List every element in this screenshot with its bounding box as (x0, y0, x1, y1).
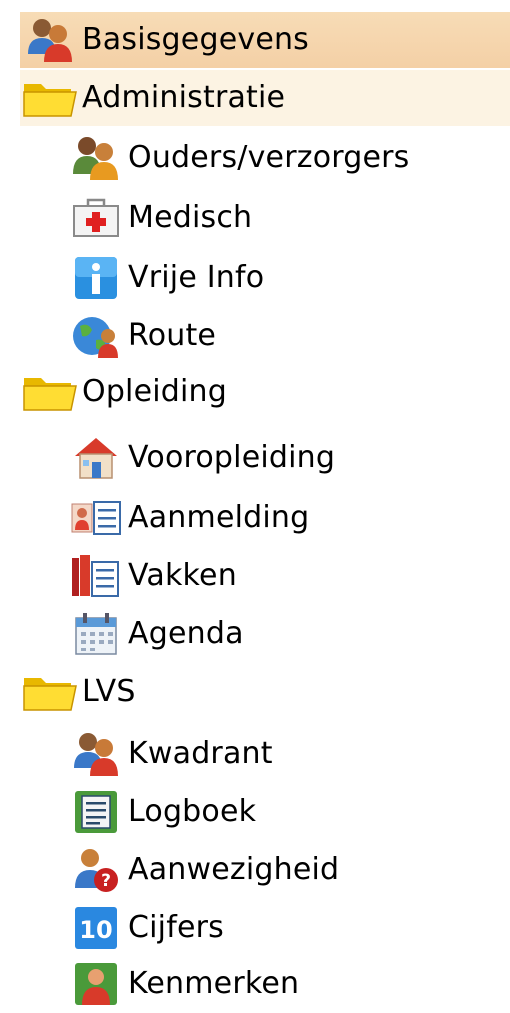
tree-item-vooropleiding[interactable]: Vooropleiding (66, 430, 335, 486)
tree-item-kenmerken[interactable]: Kenmerken (66, 956, 299, 1012)
logbook-icon (66, 786, 126, 838)
attendance-icon: ? (66, 844, 126, 896)
tree-item-label: Vakken (128, 558, 237, 593)
medical-kit-icon (66, 192, 126, 244)
svg-text:10: 10 (79, 916, 112, 944)
tree-item-label: Medisch (128, 200, 253, 235)
tree-item-lvs[interactable]: LVS (20, 664, 136, 720)
school-house-icon (66, 432, 126, 484)
subjects-list-icon (66, 550, 126, 602)
tree-item-medisch[interactable]: Medisch (66, 190, 252, 246)
tree-item-basisgegevens[interactable]: Basisgegevens (20, 12, 510, 68)
tree-item-logboek[interactable]: Logboek (66, 784, 256, 840)
folder-icon (20, 366, 80, 418)
tree-item-label: Vooropleiding (128, 440, 336, 475)
calendar-icon (66, 608, 126, 660)
tree-item-label: Aanmelding (128, 500, 310, 535)
tree-item-label: Route (128, 318, 217, 353)
tree-item-route[interactable]: Route (66, 308, 216, 364)
tree-item-ouders-verzorgers[interactable]: Ouders/verzorgers (66, 130, 410, 186)
tree-item-label: Ouders/verzorgers (128, 140, 410, 175)
tree-item-label: Vrije Info (128, 260, 265, 295)
tree-item-aanwezigheid[interactable]: ? Aanwezigheid (66, 842, 339, 898)
tree-item-administratie[interactable]: Administratie (20, 70, 510, 126)
tree-item-label: Aanwezigheid (128, 852, 340, 887)
globe-person-icon (66, 310, 126, 362)
tree-item-aanmelding[interactable]: Aanmelding (66, 490, 309, 546)
parents-icon (66, 132, 126, 184)
tree-item-label: Agenda (128, 616, 244, 651)
tree-item-vakken[interactable]: Vakken (66, 548, 237, 604)
folder-icon (20, 666, 80, 718)
tree-item-label: Cijfers (128, 910, 224, 945)
group-icon (66, 728, 126, 780)
registration-form-icon (66, 492, 126, 544)
grades-icon: 10 (66, 902, 126, 954)
tree-item-label: Kenmerken (128, 966, 300, 1001)
tree-item-kwadrant[interactable]: Kwadrant (66, 726, 273, 782)
tree-item-label: LVS (82, 674, 136, 709)
tree-item-label: Kwadrant (128, 736, 273, 771)
folder-icon (20, 72, 80, 124)
svg-text:?: ? (101, 871, 111, 891)
tree-item-label: Opleiding (82, 374, 228, 409)
tree-item-label: Logboek (128, 794, 257, 829)
tree-item-opleiding[interactable]: Opleiding (20, 364, 227, 420)
tree-item-label: Basisgegevens (82, 22, 310, 57)
tree-item-cijfers[interactable]: 10 Cijfers (66, 900, 224, 956)
people-icon (20, 14, 80, 66)
tree-item-vrije-info[interactable]: Vrije Info (66, 250, 264, 306)
characteristics-icon (66, 958, 126, 1010)
tree-item-label: Administratie (82, 80, 286, 115)
tree-item-agenda[interactable]: Agenda (66, 606, 244, 662)
info-icon (66, 252, 126, 304)
